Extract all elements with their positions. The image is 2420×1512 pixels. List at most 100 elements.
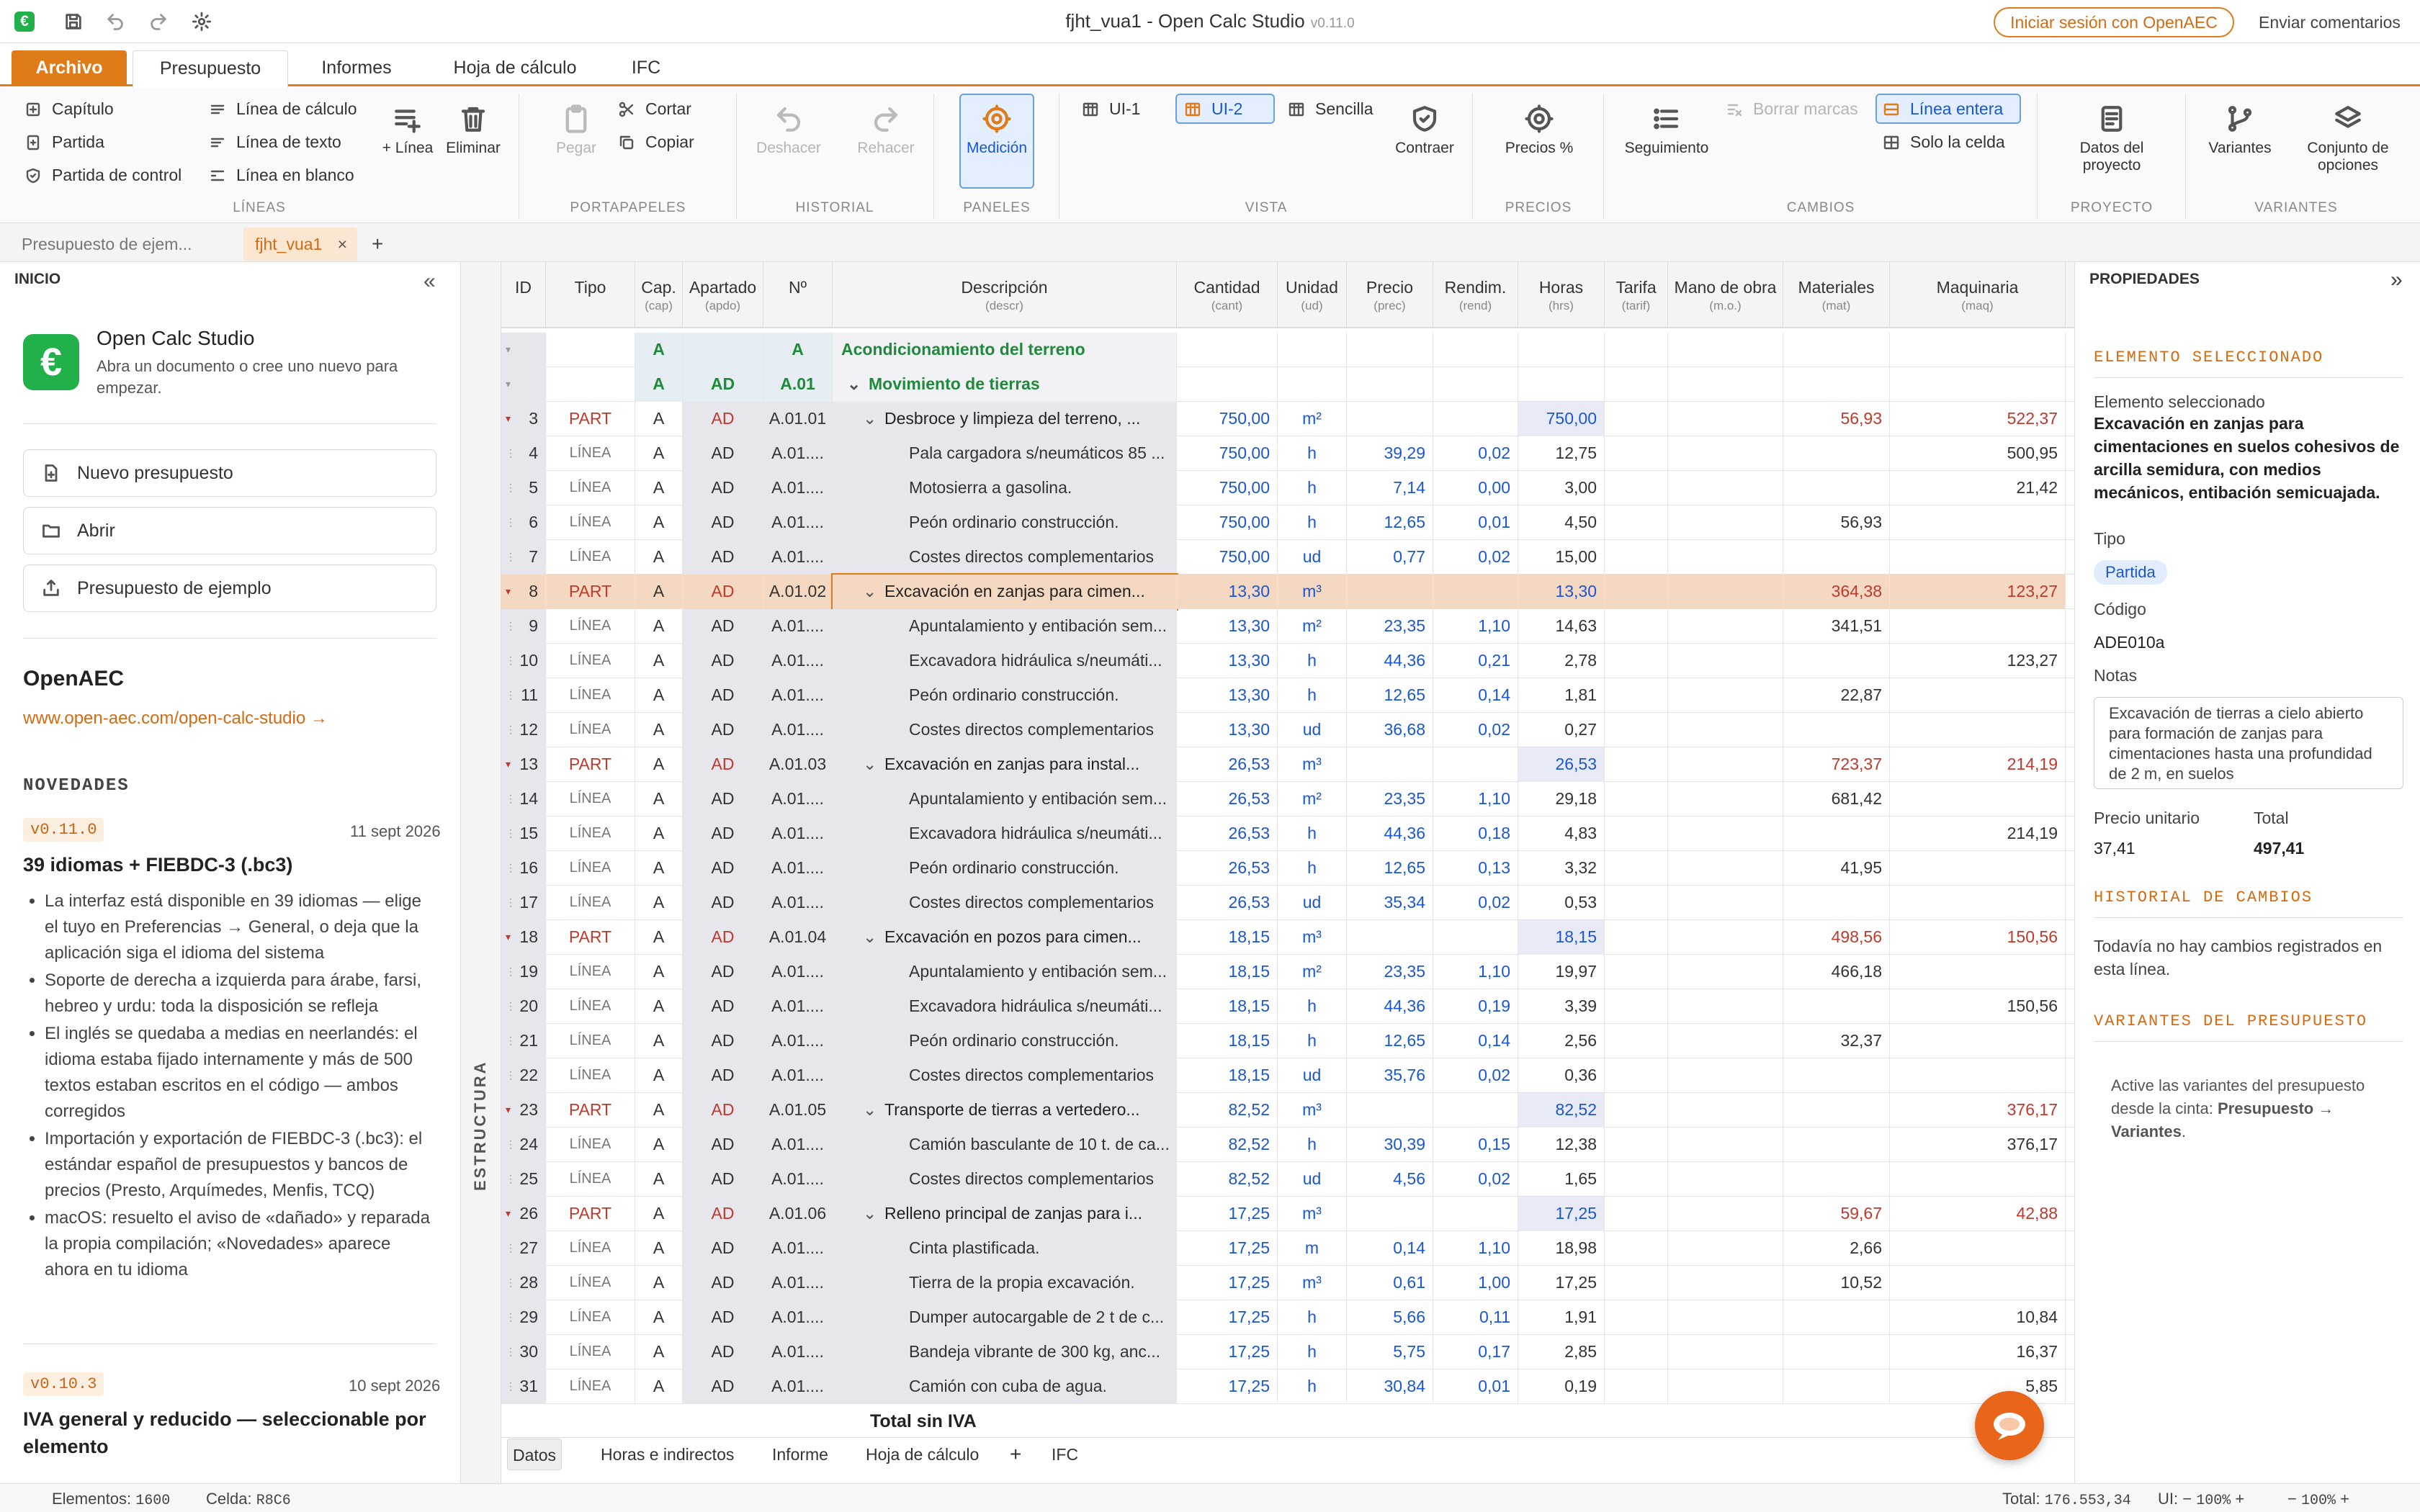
cell-id[interactable]: ⋮ 9 — [501, 609, 546, 644]
cell-id[interactable]: ⋮ 4 — [501, 436, 546, 471]
cell-prec[interactable]: 4,56 — [1347, 1162, 1433, 1197]
cell-ud[interactable]: h — [1278, 678, 1347, 713]
row-handle-icon[interactable]: ⋮ — [506, 1335, 516, 1369]
cell-id[interactable]: ⋮ 28 — [501, 1266, 546, 1300]
cell-mat[interactable] — [1783, 1300, 1890, 1335]
cell-mo[interactable] — [1668, 644, 1783, 678]
cell-desc[interactable]: Excavadora hidráulica s/neumáti... — [833, 644, 1177, 678]
cell-ap[interactable]: AD — [683, 609, 763, 644]
cell-desc[interactable]: Cinta plastificada. — [833, 1231, 1177, 1266]
row-handle-icon[interactable]: ⋮ — [506, 1266, 516, 1300]
cell-hrs[interactable]: 17,25 — [1518, 1197, 1605, 1231]
cell-cant[interactable]: 13,30 — [1177, 644, 1278, 678]
col-header-hrs[interactable]: Horas (hrs) — [1518, 262, 1605, 328]
cell-mo[interactable] — [1668, 471, 1783, 505]
cell-ud[interactable]: ud — [1278, 540, 1347, 575]
chevron-down-icon[interactable]: ⌄ — [863, 575, 877, 608]
cell-rend[interactable]: 0,18 — [1433, 816, 1518, 851]
cell-ud[interactable]: m³ — [1278, 747, 1347, 782]
cell-mo[interactable] — [1668, 678, 1783, 713]
cell-prec[interactable]: 0,61 — [1347, 1266, 1433, 1300]
line-row[interactable]: ⋮ 9 LÍNEA A AD A.01.... Apuntalamiento y entib… — [501, 609, 2074, 644]
linea-calculo-button[interactable]: Línea de cálculo — [209, 99, 357, 119]
cell-hrs[interactable]: 4,50 — [1518, 505, 1605, 540]
cell-desc[interactable]: Peón ordinario construcción. — [833, 678, 1177, 713]
cell-hrs[interactable]: 82,52 — [1518, 1093, 1605, 1128]
cell-maq[interactable]: 16,37 — [1890, 1335, 2066, 1369]
cell-ap[interactable]: AD — [683, 644, 763, 678]
partida-row[interactable]: ▾ 3 PART A AD A.01.01 ⌄ Desbroce y limpieza del… — [501, 402, 2074, 436]
cell-tar[interactable] — [1605, 1300, 1668, 1335]
cell-type[interactable]: LÍNEA — [546, 1369, 635, 1404]
tab-horas-indirectos[interactable]: Horas e indirectos — [601, 1439, 734, 1470]
cell-maq[interactable] — [1890, 1058, 2066, 1093]
cell-id[interactable]: ⋮ 11 — [501, 678, 546, 713]
redo-button[interactable]: Rehacer — [848, 104, 923, 157]
cell-mat[interactable]: 466,18 — [1783, 955, 1890, 989]
cell-mo[interactable] — [1668, 1093, 1783, 1128]
cell-id[interactable]: ⋮ 5 — [501, 471, 546, 505]
row-handle-icon[interactable]: ⋮ — [506, 886, 516, 919]
tab-archivo[interactable]: Archivo — [12, 50, 127, 86]
cell-mo[interactable] — [1668, 1058, 1783, 1093]
chevron-down-icon[interactable]: ⌄ — [863, 747, 877, 781]
cell-cant[interactable]: 18,15 — [1177, 989, 1278, 1024]
cell-mo[interactable] — [1668, 713, 1783, 747]
cell-type[interactable]: LÍNEA — [546, 436, 635, 471]
tab-hoja-calculo[interactable]: Hoja de cálculo — [432, 50, 598, 86]
cell-cant[interactable]: 17,25 — [1177, 1335, 1278, 1369]
cell-tar[interactable] — [1605, 644, 1668, 678]
openaec-link[interactable]: www.open-aec.com/open-calc-studio → — [23, 708, 328, 729]
cell-tar[interactable] — [1605, 609, 1668, 644]
budget-grid[interactable]: ID Tipo Cap. (cap) Apartado (apdo) Nº Descripci… — [501, 262, 2074, 1407]
cell-rend[interactable] — [1433, 1197, 1518, 1231]
cell-ud[interactable]: m² — [1278, 402, 1347, 436]
cell-hrs[interactable]: 19,97 — [1518, 955, 1605, 989]
tab-presupuesto[interactable]: Presupuesto — [133, 50, 288, 89]
col-header-maq[interactable]: Maquinaria (maq) — [1890, 262, 2066, 328]
cell-no[interactable]: A.01.... — [763, 1231, 833, 1266]
cell-rend[interactable] — [1433, 920, 1518, 955]
cell-id[interactable]: ⋮ 6 — [501, 505, 546, 540]
cell-prec[interactable]: 12,65 — [1347, 1024, 1433, 1058]
cell-cant[interactable]: 13,30 — [1177, 713, 1278, 747]
cell-desc[interactable]: Apuntalamiento y entibación sem... — [833, 955, 1177, 989]
cell-desc[interactable]: ⌄ Transporte de tierras a vertedero... — [833, 1093, 1177, 1128]
cell-no[interactable]: A.01.05 — [763, 1093, 833, 1128]
cell-hrs[interactable]: 14,63 — [1518, 609, 1605, 644]
cell-cant[interactable]: 82,52 — [1177, 1128, 1278, 1162]
cell-id[interactable]: ⋮ 29 — [501, 1300, 546, 1335]
cell-mat[interactable]: 22,87 — [1783, 678, 1890, 713]
cell-mat[interactable] — [1783, 333, 1890, 367]
line-row[interactable]: ⋮ 14 LÍNEA A AD A.01.... Apuntalamiento y enti… — [501, 782, 2074, 816]
cell-mo[interactable] — [1668, 402, 1783, 436]
cell-cap[interactable]: A — [635, 816, 683, 851]
cell-type[interactable] — [546, 367, 635, 402]
cell-mo[interactable] — [1668, 816, 1783, 851]
cell-cap[interactable]: A — [635, 540, 683, 575]
cell-prec[interactable]: 44,36 — [1347, 989, 1433, 1024]
chevron-down-icon[interactable]: ⌄ — [863, 1197, 877, 1230]
cell-mat[interactable] — [1783, 989, 1890, 1024]
cell-ud[interactable]: m³ — [1278, 575, 1347, 609]
cell-cap[interactable]: A — [635, 575, 683, 609]
cell-ap[interactable]: AD — [683, 1093, 763, 1128]
cell-maq[interactable]: 21,42 — [1890, 471, 2066, 505]
cell-mat[interactable]: 41,95 — [1783, 851, 1890, 886]
cell-tar[interactable] — [1605, 436, 1668, 471]
row-handle-icon[interactable]: ⋮ — [506, 1231, 516, 1265]
cell-no[interactable]: A.01.06 — [763, 1197, 833, 1231]
cell-maq[interactable] — [1890, 1231, 2066, 1266]
row-handle-icon[interactable]: ⋮ — [506, 955, 516, 989]
cell-ap[interactable]: AD — [683, 1300, 763, 1335]
cell-mo[interactable] — [1668, 436, 1783, 471]
cell-mat[interactable]: 681,42 — [1783, 782, 1890, 816]
cell-maq[interactable] — [1890, 955, 2066, 989]
add-sheet-button[interactable]: + — [1010, 1439, 1021, 1470]
cell-no[interactable]: A.01.... — [763, 1266, 833, 1300]
cell-cant[interactable]: 750,00 — [1177, 436, 1278, 471]
cell-cap[interactable]: A — [635, 609, 683, 644]
cell-desc[interactable]: Motosierra a gasolina. — [833, 471, 1177, 505]
cell-prec[interactable]: 30,39 — [1347, 1128, 1433, 1162]
cell-rend[interactable]: 0,21 — [1433, 644, 1518, 678]
